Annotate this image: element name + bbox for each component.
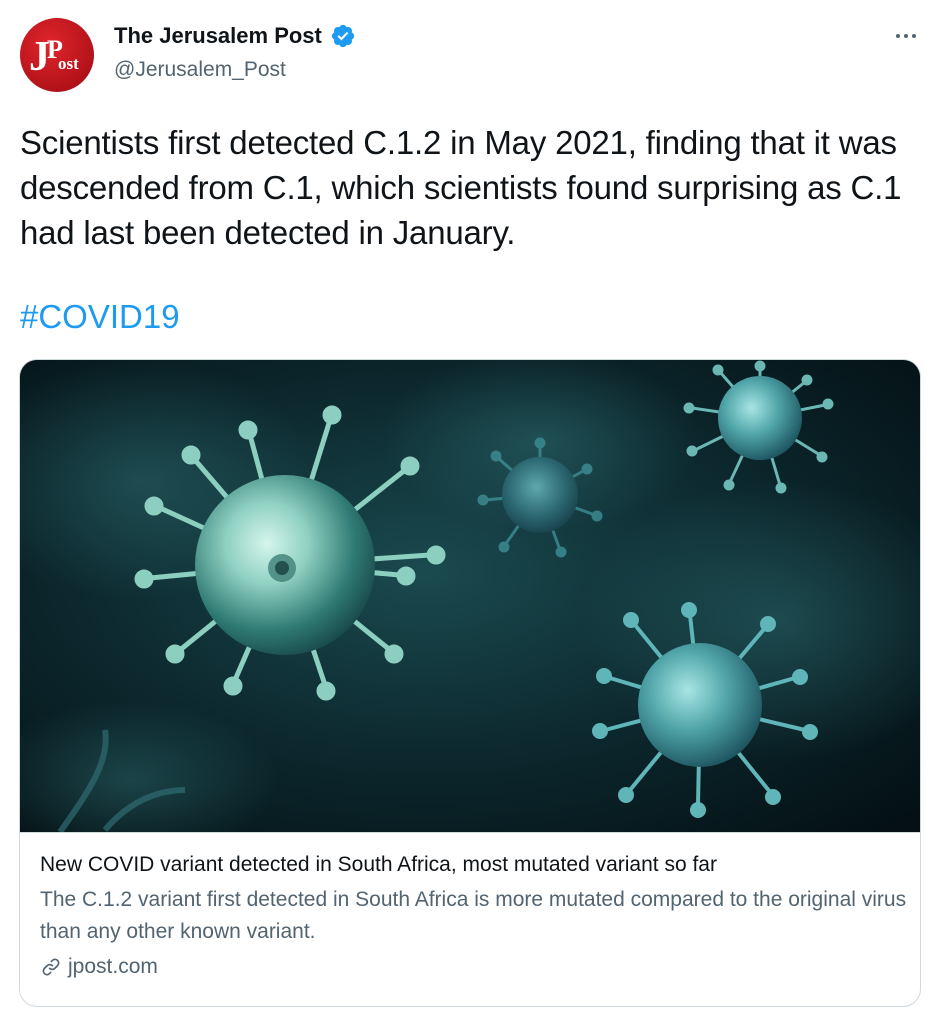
card-description: The C.1.2 variant first detected in Sout…: [40, 888, 907, 943]
card-domain: jpost.com: [68, 955, 158, 978]
card-title: New COVID variant detected in South Afri…: [40, 853, 717, 876]
author-name-row: The Jerusalem Post: [114, 22, 356, 50]
jpost-logo-icon: J P ost: [29, 34, 79, 80]
card-image[interactable]: [20, 360, 920, 833]
hashtag-link[interactable]: #COVID19: [20, 294, 180, 339]
avatar[interactable]: J P ost: [20, 18, 94, 92]
more-dot-icon: [912, 34, 916, 38]
verified-badge-icon: [331, 24, 354, 48]
tweet-text: Scientists first detected C.1.2 in May 2…: [20, 124, 902, 251]
more-dot-icon: [904, 34, 908, 38]
link-card[interactable]: New COVID variant detected in South Afri…: [19, 359, 921, 1007]
author-display-name[interactable]: The Jerusalem Post: [114, 22, 322, 50]
svg-text:ost: ost: [58, 54, 79, 73]
link-icon: [42, 958, 60, 976]
more-dot-icon: [896, 34, 900, 38]
author-handle[interactable]: @Jerusalem_Post: [114, 56, 286, 84]
virus-illustration-icon: [20, 360, 920, 832]
more-options-button[interactable]: [888, 24, 924, 48]
card-domain-row: jpost.com: [40, 952, 910, 982]
card-text: New COVID variant detected in South Afri…: [40, 850, 910, 982]
tweet[interactable]: J P ost The Jerusalem Post @Jerusalem_Po…: [0, 0, 940, 1030]
